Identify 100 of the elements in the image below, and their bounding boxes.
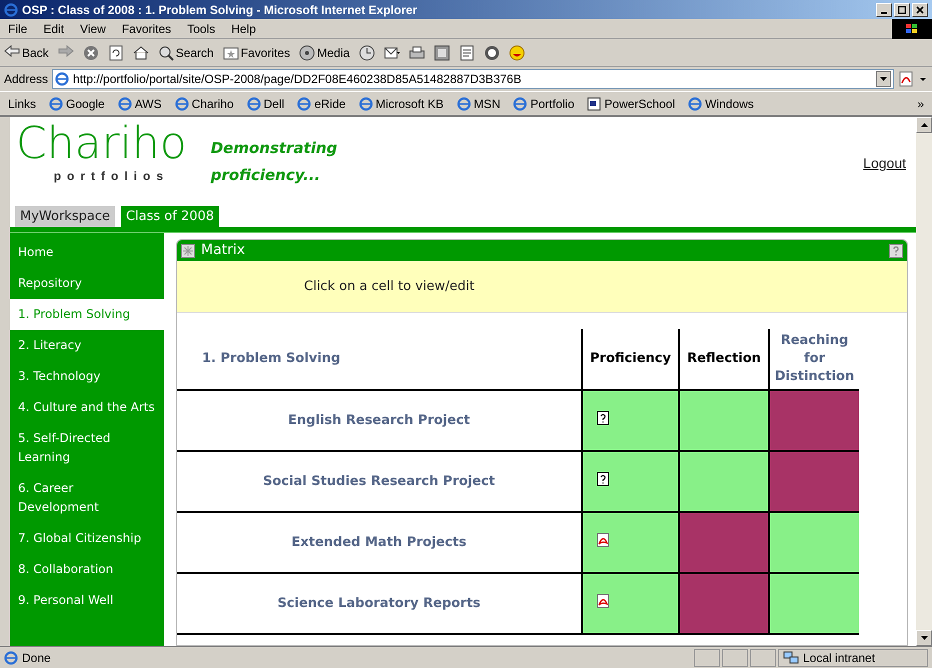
dropdown-button[interactable] [876, 71, 891, 87]
home-button[interactable] [132, 44, 149, 60]
link-button[interactable]: PowerSchool [587, 94, 676, 112]
smiley-icon [508, 44, 525, 60]
address-field[interactable]: http://portfolio/portal/site/OSP-2008/page/DD2F08E460238D85A51482887D3B376B [52, 69, 894, 89]
dropdown-arrow-icon [880, 77, 887, 81]
menu-item[interactable]: Edit [43, 20, 64, 38]
scrollbar[interactable] [916, 117, 932, 646]
pdf-icon [597, 533, 609, 547]
sidebar-item[interactable]: 4. Culture and the Arts [10, 392, 164, 423]
zone-text: Local intranet [803, 650, 876, 666]
browser-icon [174, 96, 189, 110]
history-button[interactable] [358, 44, 375, 60]
status-pane [750, 648, 776, 666]
back-button[interactable]: Back [4, 44, 49, 62]
refresh-icon [108, 44, 124, 60]
network-icon [783, 650, 799, 664]
table-heading: 1. Problem Solving [177, 329, 582, 390]
menu-item[interactable]: File [8, 20, 28, 38]
link-button[interactable]: Microsoft KB [358, 94, 444, 112]
status-text: Done [22, 650, 51, 666]
matrix-cell[interactable] [582, 573, 679, 634]
edit-button[interactable] [434, 44, 450, 60]
matrix-cell[interactable] [769, 573, 859, 634]
more-links-button[interactable]: » [917, 94, 924, 112]
mail-icon [384, 44, 400, 60]
down-arrow-icon [920, 636, 928, 640]
favorites-button[interactable]: Favorites [222, 44, 290, 62]
matrix-cell[interactable] [769, 390, 859, 451]
address-label: Address [4, 71, 48, 88]
matrix-cell[interactable] [769, 451, 859, 512]
matrix-cell[interactable] [582, 390, 679, 451]
menu-item[interactable]: View [80, 20, 106, 38]
edit-icon [434, 44, 450, 60]
browser-icon [456, 96, 471, 110]
help-icon[interactable] [889, 244, 903, 258]
stop-button[interactable] [82, 44, 99, 60]
matrix-cell[interactable] [679, 512, 769, 573]
sidebar-item[interactable]: 7. Global Citizenship [10, 523, 164, 554]
site-tab[interactable]: Class of 2008 [120, 206, 220, 227]
link-button[interactable]: Portfolio [513, 94, 574, 112]
minimize-button[interactable] [876, 2, 892, 16]
sidebar-item[interactable]: Repository [10, 268, 164, 299]
matrix-cell[interactable] [679, 451, 769, 512]
refresh-button[interactable] [108, 44, 124, 60]
maximize-button[interactable] [894, 2, 910, 16]
media-button[interactable]: Media [299, 44, 350, 62]
media-icon [299, 44, 316, 60]
matrix-cell[interactable] [679, 390, 769, 451]
matrix-cell[interactable] [769, 512, 859, 573]
stop-icon [82, 44, 99, 60]
mail-button[interactable] [384, 44, 400, 60]
logout-link[interactable]: Logout [863, 153, 906, 174]
page-icon [4, 650, 18, 664]
clock-icon [358, 44, 375, 60]
page-icon [55, 72, 70, 86]
smiley-button[interactable] [508, 44, 525, 60]
logo: Chariho [16, 121, 187, 167]
sidebar-item[interactable]: 6. Career Development [10, 473, 164, 523]
window-title: OSP : Class of 2008 : 1. Problem Solving - Microsoft Internet Explorer [22, 2, 418, 18]
matrix-cell[interactable] [679, 573, 769, 634]
sidebar-item[interactable]: 3. Technology [10, 361, 164, 392]
matrix-title: Matrix [201, 241, 246, 260]
link-button[interactable]: Windows [688, 94, 754, 112]
link-button[interactable]: Dell [246, 94, 284, 112]
home-icon [132, 44, 149, 60]
sidebar-item[interactable]: 2. Literacy [10, 330, 164, 361]
sidebar-item[interactable]: 9. Personal Well [10, 585, 164, 616]
pdf-icon[interactable] [898, 71, 928, 87]
links-label: Links [8, 96, 36, 112]
matrix-cell[interactable] [582, 512, 679, 573]
minimize-icon [881, 12, 887, 14]
logo-subtitle: portfolios [52, 168, 170, 185]
messenger-button[interactable] [484, 44, 500, 60]
search-button[interactable]: Search [158, 44, 214, 62]
up-arrow-icon[interactable] [920, 123, 928, 127]
sidebar-item[interactable]: Home [10, 237, 164, 268]
print-button[interactable] [408, 44, 425, 60]
close-button[interactable] [912, 2, 928, 16]
discuss-button[interactable] [458, 44, 475, 60]
link-button[interactable]: AWS [118, 94, 162, 112]
link-button[interactable]: MSN [456, 94, 500, 112]
matrix-cell[interactable] [582, 451, 679, 512]
sidebar-item[interactable]: 5. Self-Directed Learning [10, 423, 164, 473]
menu-item[interactable]: Help [231, 20, 256, 38]
menu-item[interactable]: Favorites [122, 20, 172, 38]
link-button[interactable]: eRide [297, 94, 346, 112]
link-button[interactable]: Google [49, 94, 105, 112]
browser-icon [49, 96, 64, 110]
browser-icon [297, 96, 312, 110]
menu-item[interactable]: Tools [187, 20, 216, 38]
sidebar-item[interactable]: 1. Problem Solving [10, 299, 164, 330]
site-tab[interactable]: MyWorkspace [15, 206, 115, 227]
maximize-icon [898, 6, 906, 14]
sidebar-item[interactable]: 8. Collaboration [10, 554, 164, 585]
browser-icon [358, 96, 373, 110]
link-button[interactable]: Chariho [174, 94, 234, 112]
status-pane [694, 648, 720, 666]
browser-icon [118, 96, 132, 110]
search-icon [158, 44, 174, 60]
